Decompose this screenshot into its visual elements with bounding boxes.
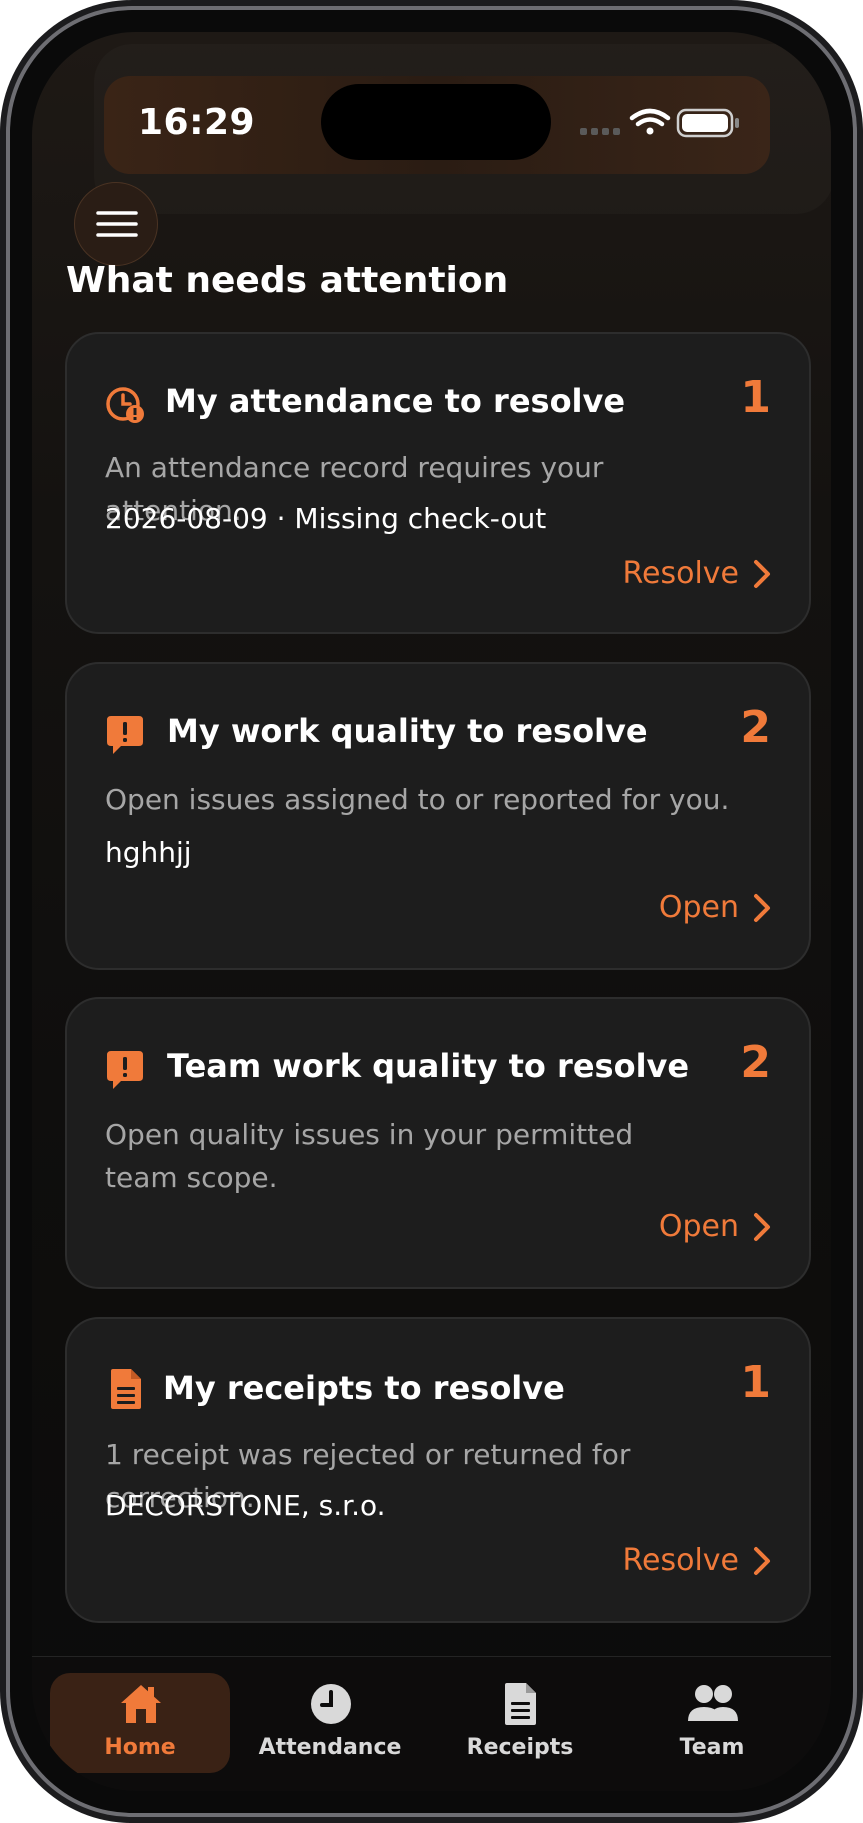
menu-button[interactable] (74, 182, 158, 266)
tab-label: Receipts (466, 1735, 574, 1760)
card-count: 1 (740, 1357, 771, 1408)
chevron-right-icon (754, 893, 770, 922)
team-work-quality-card[interactable]: Team work quality to resolve 2 Open qual… (65, 997, 811, 1289)
attendance-card[interactable]: My attendance to resolve 1 An attendance… (65, 332, 811, 634)
chat-alert-icon (107, 716, 143, 754)
tab-label: Team (679, 1735, 745, 1760)
resolve-link[interactable]: Resolve (623, 1543, 771, 1578)
hamburger-icon (96, 211, 138, 237)
chat-alert-icon (107, 1051, 143, 1089)
open-link[interactable]: Open (659, 890, 771, 925)
receipts-card[interactable]: My receipts to resolve 1 1 receipt was r… (65, 1317, 811, 1623)
tab-home[interactable]: Home (50, 1673, 230, 1773)
chevron-right-icon (754, 559, 770, 588)
card-title: Team work quality to resolve (167, 1047, 690, 1085)
resolve-label: Resolve (622, 556, 739, 591)
open-label: Open (658, 890, 739, 925)
resolve-label: Resolve (622, 1543, 739, 1578)
card-detail: hghhjj (105, 836, 192, 869)
open-link[interactable]: Open (659, 1209, 771, 1244)
wifi-icon (629, 108, 671, 135)
clock-alert-icon (106, 387, 144, 423)
card-description: Open quality issues in your permitted te… (105, 1118, 634, 1194)
document-icon (505, 1683, 536, 1725)
card-detail: 2026-08-09 · Missing check-out (105, 502, 547, 535)
card-count: 1 (740, 372, 771, 423)
tab-bar: Home Attendance Receipts Team (32, 1656, 831, 1791)
resolve-link[interactable]: Resolve (623, 556, 771, 591)
app-screen: 16:29 What needs attention My attendance… (32, 32, 831, 1791)
chevron-right-icon (754, 1546, 770, 1575)
card-count: 2 (740, 702, 771, 753)
card-title: My attendance to resolve (165, 382, 626, 420)
status-time: 16:29 (138, 102, 256, 143)
card-detail: DECORSTONE, s.r.o. (105, 1489, 386, 1522)
phone-frame: 16:29 What needs attention My attendance… (0, 0, 863, 1823)
tab-receipts[interactable]: Receipts (430, 1673, 610, 1773)
tab-team[interactable]: Team (622, 1673, 802, 1773)
team-icon (688, 1685, 738, 1721)
card-count: 2 (740, 1037, 771, 1088)
card-description: Open issues assigned to or reported for … (105, 783, 730, 816)
card-title: My work quality to resolve (167, 712, 648, 750)
home-icon (121, 1685, 161, 1723)
card-title: My receipts to resolve (163, 1369, 565, 1407)
clock-icon (311, 1684, 351, 1724)
tab-attendance[interactable]: Attendance (240, 1673, 420, 1773)
status-icons (580, 106, 750, 140)
tab-label: Home (104, 1735, 176, 1760)
my-work-quality-card[interactable]: My work quality to resolve 2 Open issues… (65, 662, 811, 970)
chevron-right-icon (754, 1212, 770, 1241)
tab-label: Attendance (258, 1735, 402, 1760)
dynamic-island (321, 84, 551, 160)
open-label: Open (658, 1209, 739, 1244)
battery-icon (676, 108, 739, 138)
cellular-signal-icon (580, 128, 620, 135)
page-title: What needs attention (66, 260, 509, 301)
document-icon (111, 1369, 141, 1409)
